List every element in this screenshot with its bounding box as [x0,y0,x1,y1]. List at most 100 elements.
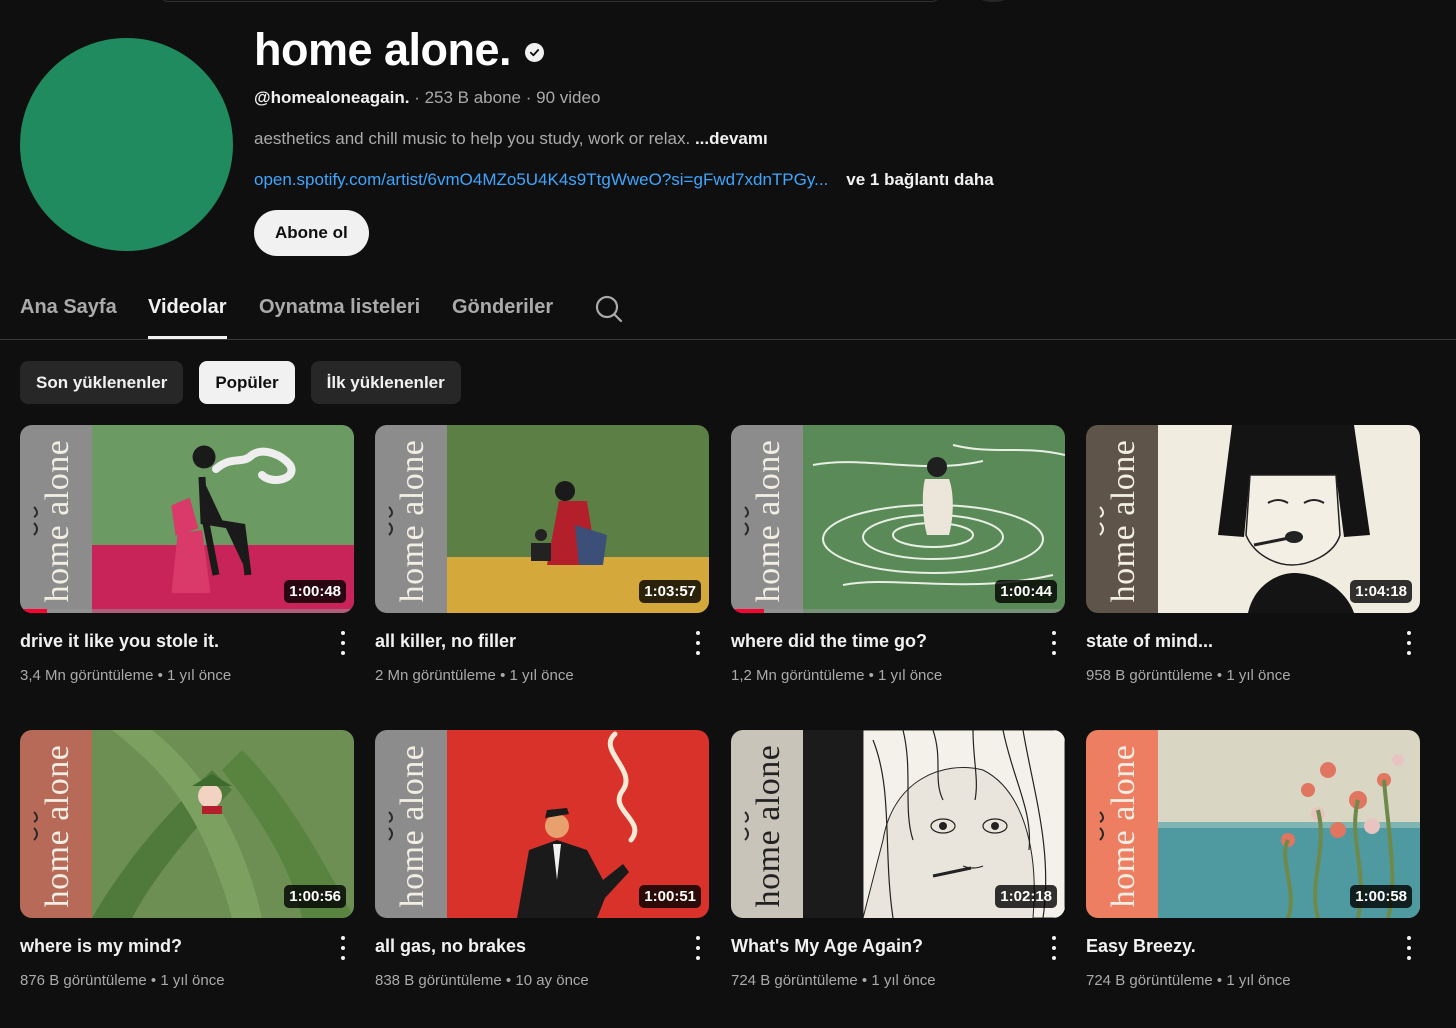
video-thumbnail[interactable]: home alone 1:04:18 [1086,425,1420,613]
video-title[interactable]: state of mind... [1086,631,1213,652]
video-thumbnail[interactable]: home alone 1:00:51 [375,730,709,918]
video-card[interactable]: home alone 1:02:18 What's My Age Again? … [731,730,1065,989]
view-count: 724 B görüntüleme [1086,972,1213,989]
more-options-icon[interactable] [336,631,350,655]
video-card[interactable]: home alone 1:00:56 where is my mind? 876… [20,730,354,989]
video-card[interactable]: home alone 1:00:58 Easy Breezy. 724 B gö… [1086,730,1420,989]
spotify-link[interactable]: open.spotify.com/artist/6vmO4MZo5U4K4s9T… [254,170,828,190]
video-duration: 1:00:44 [995,580,1057,603]
upload-age: 1 yıl önce [871,972,936,989]
video-thumbnail[interactable]: home alone 1:02:18 [731,730,1065,918]
view-count: 2 Mn görüntüleme [375,667,496,684]
video-meta: 1,2 Mn görüntüleme • 1 yıl önce [731,667,943,684]
video-meta: 876 B görüntüleme • 1 yıl önce [20,972,225,989]
video-card[interactable]: home alone 1:00:51 all gas, no brakes 83… [375,730,709,989]
video-card[interactable]: home alone 1:00:44 where did the time go… [731,425,1065,684]
chip-popular[interactable]: Popüler [199,361,295,404]
channel-title: home alone. [254,24,512,75]
thumbnail-spine-text: home alone [39,744,76,908]
upload-age: 1 yıl önce [878,667,943,684]
search-icon[interactable] [594,294,624,324]
video-thumbnail[interactable]: home alone 1:00:48 [20,425,354,613]
channel-links: open.spotify.com/artist/6vmO4MZo5U4K4s9T… [254,170,994,190]
tab-home[interactable]: Ana Sayfa [20,296,117,319]
video-card[interactable]: home alone 1:03:57 all killer, no filler… [375,425,709,684]
video-meta: 724 B görüntüleme • 1 yıl önce [731,972,936,989]
watch-progress [20,609,47,613]
video-count: 90 video [536,88,601,107]
more-links-button[interactable]: ve 1 bağlantı daha [846,170,993,190]
tab-playlists[interactable]: Oynatma listeleri [259,296,420,319]
video-card[interactable]: home alone 1:00:48 drive it like you sto… [20,425,354,684]
video-title[interactable]: all killer, no filler [375,631,516,652]
video-thumbnail[interactable]: home alone 1:00:56 [20,730,354,918]
subscribe-button[interactable]: Abone ol [254,210,369,256]
channel-tabs: Ana Sayfa Videolar Oynatma listeleri Gön… [0,280,1456,340]
separator: · [414,88,425,107]
thumbnail-spine-text: home alone [1105,439,1142,603]
tab-videos[interactable]: Videolar [148,296,227,339]
upload-age: 1 yıl önce [167,667,232,684]
channel-avatar[interactable] [20,38,233,251]
video-thumbnail[interactable]: home alone 1:00:58 [1086,730,1420,918]
watch-progress [731,609,765,613]
video-meta: 838 B görüntüleme • 10 ay önce [375,972,589,989]
chip-latest[interactable]: Son yüklenenler [20,361,184,404]
video-duration: 1:00:56 [284,885,346,908]
more-options-icon[interactable] [1402,631,1416,655]
video-meta: 958 B görüntüleme • 1 yıl önce [1086,667,1291,684]
channel-meta: @homealoneagain. · 253 B abone · 90 vide… [254,88,994,108]
video-card[interactable]: home alone 1:04:18 state of mind... 958 … [1086,425,1420,684]
view-count: 724 B görüntüleme [731,972,858,989]
upload-age: 1 yıl önce [509,667,574,684]
thumbnail-spine-text: home alone [750,439,787,603]
upload-age: 1 yıl önce [1226,972,1291,989]
upload-age: 1 yıl önce [160,972,225,989]
mic-button-edge[interactable] [975,0,1011,2]
channel-description[interactable]: aesthetics and chill music to help you s… [254,129,994,149]
thumbnail-spine-text: home alone [394,439,431,603]
video-meta: 3,4 Mn görüntüleme • 1 yıl önce [20,667,232,684]
search-bar-edge[interactable] [160,0,940,2]
more-options-icon[interactable] [1402,936,1416,960]
thumbnail-spine-text: home alone [394,744,431,908]
video-thumbnail[interactable]: home alone 1:00:44 [731,425,1065,613]
video-duration: 1:03:57 [639,580,701,603]
thumbnail-spine-text: home alone [39,439,76,603]
thumbnail-spine-text: home alone [750,744,787,908]
more-options-icon[interactable] [691,936,705,960]
upload-age: 10 ay önce [515,972,589,989]
separator: · [525,88,537,107]
subscriber-count: 253 B abone [424,88,521,107]
more-options-icon[interactable] [1047,631,1061,655]
sort-chips: Son yüklenenler Popüler İlk yüklenenler [20,361,461,404]
more-options-icon[interactable] [691,631,705,655]
video-thumbnail[interactable]: home alone 1:03:57 [375,425,709,613]
more-options-icon[interactable] [1047,936,1061,960]
chip-oldest[interactable]: İlk yüklenenler [310,361,461,404]
video-title[interactable]: where did the time go? [731,631,927,652]
view-count: 838 B görüntüleme [375,972,502,989]
channel-info: home alone. @homealoneagain. · 253 B abo… [254,22,994,256]
view-count: 876 B görüntüleme [20,972,147,989]
video-title[interactable]: Easy Breezy. [1086,936,1196,957]
video-title[interactable]: What's My Age Again? [731,936,923,957]
watch-progress-track [731,609,1065,613]
thumbnail-spine-text: home alone [1105,744,1142,908]
view-count: 958 B görüntüleme [1086,667,1213,684]
tab-posts[interactable]: Gönderiler [452,296,553,319]
view-count: 1,2 Mn görüntüleme [731,667,865,684]
description-text: aesthetics and chill music to help you s… [254,129,691,148]
video-title[interactable]: drive it like you stole it. [20,631,219,652]
video-duration: 1:00:51 [639,885,701,908]
view-count: 3,4 Mn görüntüleme [20,667,154,684]
more-link[interactable]: ...devamı [695,129,768,148]
video-title[interactable]: all gas, no brakes [375,936,526,957]
more-options-icon[interactable] [336,936,350,960]
channel-title-row: home alone. [254,22,994,78]
video-duration: 1:04:18 [1350,580,1412,603]
video-meta: 2 Mn görüntüleme • 1 yıl önce [375,667,574,684]
video-meta: 724 B görüntüleme • 1 yıl önce [1086,972,1291,989]
upload-age: 1 yıl önce [1226,667,1291,684]
video-title[interactable]: where is my mind? [20,936,182,957]
